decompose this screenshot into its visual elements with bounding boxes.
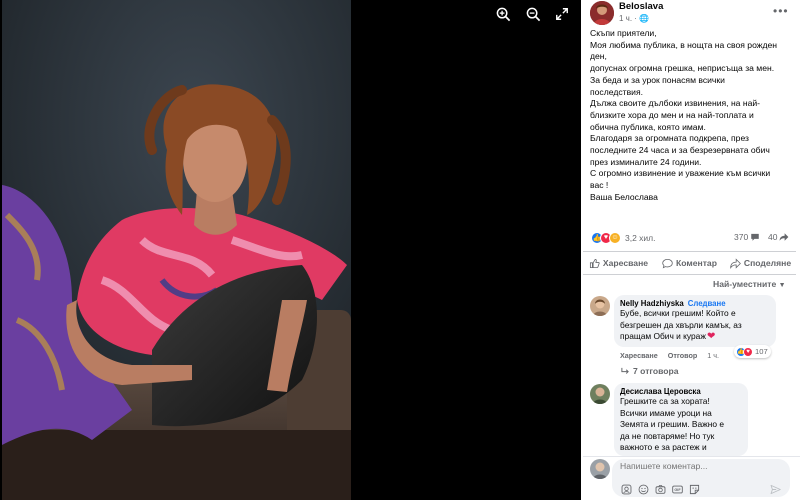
like-button[interactable]: Харесване (583, 252, 654, 274)
more-options-icon[interactable]: ••• (773, 4, 789, 18)
comment-bubble: Nelly Hadzhiyska Следване Бубе, всички г… (614, 295, 776, 347)
commenter-avatar-image (590, 296, 610, 316)
post-line: допуснах огромна грешка, неприсъща за ме… (590, 63, 775, 74)
comment-line: безгрешен да хвърли камък, аз (620, 319, 742, 330)
emoji-icon[interactable] (638, 484, 649, 495)
comment-line: да не повтаряме! Но тук (620, 430, 715, 441)
post-time-text: 1 ч. (619, 14, 633, 23)
commenter-avatar-image (590, 384, 610, 404)
comment-count-value: 370 (734, 232, 749, 242)
red-heart-icon: ❤ (706, 331, 716, 343)
comment-label: Коментар (676, 258, 717, 268)
author-name[interactable]: Beloslava (619, 1, 663, 12)
portrait-illustration (2, 0, 351, 500)
like-label: Харесване (602, 258, 649, 268)
post-time[interactable]: 1 ч. · 🌐 (619, 14, 649, 23)
send-icon[interactable] (770, 484, 781, 495)
sort-label: Най-уместните (713, 279, 777, 289)
comment-line: пращам Обич и кураж (620, 331, 706, 342)
current-user-avatar-image (590, 459, 610, 479)
comment-reply-button[interactable]: Отговор (668, 351, 698, 360)
commenter-avatar[interactable] (590, 384, 610, 404)
comment-time[interactable]: 1 ч. (707, 351, 719, 360)
chevron-down-icon: ▼ (778, 282, 786, 289)
comment-sort-dropdown[interactable]: Най-уместните ▼ (713, 279, 786, 289)
post-line: последните 24 часа и за безрезервната об… (590, 145, 770, 156)
zoom-in-button[interactable] (492, 3, 514, 25)
love-reaction-icon: ♥ (743, 346, 753, 357)
post-line: последствия. (590, 86, 643, 97)
commenter-avatar[interactable] (590, 296, 610, 316)
sticker-icon[interactable] (689, 484, 700, 495)
author-avatar-image (590, 1, 614, 25)
comment-line: Всички имаме уроци на (620, 407, 712, 418)
current-user-avatar[interactable] (590, 459, 610, 479)
share-label: Споделяне (743, 258, 792, 268)
zoom-out-icon (526, 7, 540, 21)
post-line: близките хора до мен и на най-топлата и (590, 109, 754, 120)
post-line: Благодаря за огромната подкрепа, през (590, 133, 749, 144)
comment-bubble: Десислава Церовска Грешките са за хората… (614, 383, 748, 456)
share-count-value: 40 (768, 232, 778, 242)
camera-icon[interactable] (655, 484, 666, 495)
reaction-count: 3,2 хил. (625, 232, 656, 243)
comment-reaction-count: 107 (755, 347, 768, 356)
comment-reactions[interactable]: 👍 ♥ 107 (734, 345, 771, 358)
zoom-in-icon (496, 7, 510, 21)
view-replies-button[interactable]: 7 отговора (620, 366, 679, 376)
post-photo (2, 0, 351, 500)
comment-button[interactable]: Коментар (654, 252, 725, 274)
comment-bubble-icon (751, 233, 759, 241)
comment-icon (662, 258, 673, 268)
follow-button[interactable]: Следване (688, 299, 726, 308)
photo-viewer (0, 0, 581, 500)
post-line: ден, (590, 51, 607, 62)
share-count[interactable]: 40 (768, 232, 789, 242)
fullscreen-button[interactable] (551, 3, 573, 25)
share-button[interactable]: Споделяне (725, 252, 796, 274)
post-line: вас ! (590, 180, 609, 191)
thumbs-up-icon (589, 258, 600, 268)
care-reaction-icon: ☺ (609, 231, 621, 244)
post-line: Моя любима публика, в нощта на своя рожд… (590, 39, 778, 50)
comment-line: Бубе, всички грешим! Който е (620, 308, 736, 318)
comment-like-button[interactable]: Харесване (620, 351, 658, 360)
comment-meta: Харесване Отговор 1 ч. (620, 351, 719, 360)
gif-icon[interactable]: GIF (672, 484, 683, 495)
svg-text:GIF: GIF (674, 488, 681, 492)
globe-icon: 🌐 (639, 14, 650, 23)
post-line: Дължа своите дълбоки извинения, на най- (590, 98, 761, 109)
post-line: Скъпи приятели, (590, 28, 657, 38)
post-line: За беда и за урок понасям всички (590, 74, 725, 85)
post-line: С огромно извинение и уважение към всичк… (590, 168, 771, 179)
comment-line: Грешките са за хората! (620, 396, 710, 406)
post-line: обична публика, която имам. (590, 121, 706, 132)
post-text: Скъпи приятели, Моя любима публика, в но… (590, 28, 790, 204)
post-line: Ваша Белослава (590, 191, 658, 202)
replies-label: 7 отговора (633, 366, 679, 376)
comment-input[interactable] (620, 461, 770, 471)
author-avatar[interactable] (590, 1, 614, 25)
reaction-summary[interactable]: 👍 ♥ ☺ 3,2 хил. (591, 231, 656, 244)
comment-line: важното е за растеж и (620, 442, 707, 453)
avatar-sticker-icon[interactable] (621, 484, 632, 495)
post-line: през изминалите 24 години. (590, 156, 702, 167)
post-actions: Харесване Коментар Споделяне (583, 251, 796, 275)
comment-line: Земята и грешим. Важно е (620, 419, 725, 430)
zoom-out-button[interactable] (522, 3, 544, 25)
share-arrow-icon (780, 233, 789, 241)
commenter-name[interactable]: Nelly Hadzhiyska (620, 299, 684, 308)
comment-count[interactable]: 370 (734, 232, 760, 242)
fullscreen-icon (556, 8, 568, 20)
commenter-name[interactable]: Десислава Церовска (620, 387, 742, 396)
reply-arrow-icon (621, 367, 629, 374)
share-icon (730, 257, 741, 269)
